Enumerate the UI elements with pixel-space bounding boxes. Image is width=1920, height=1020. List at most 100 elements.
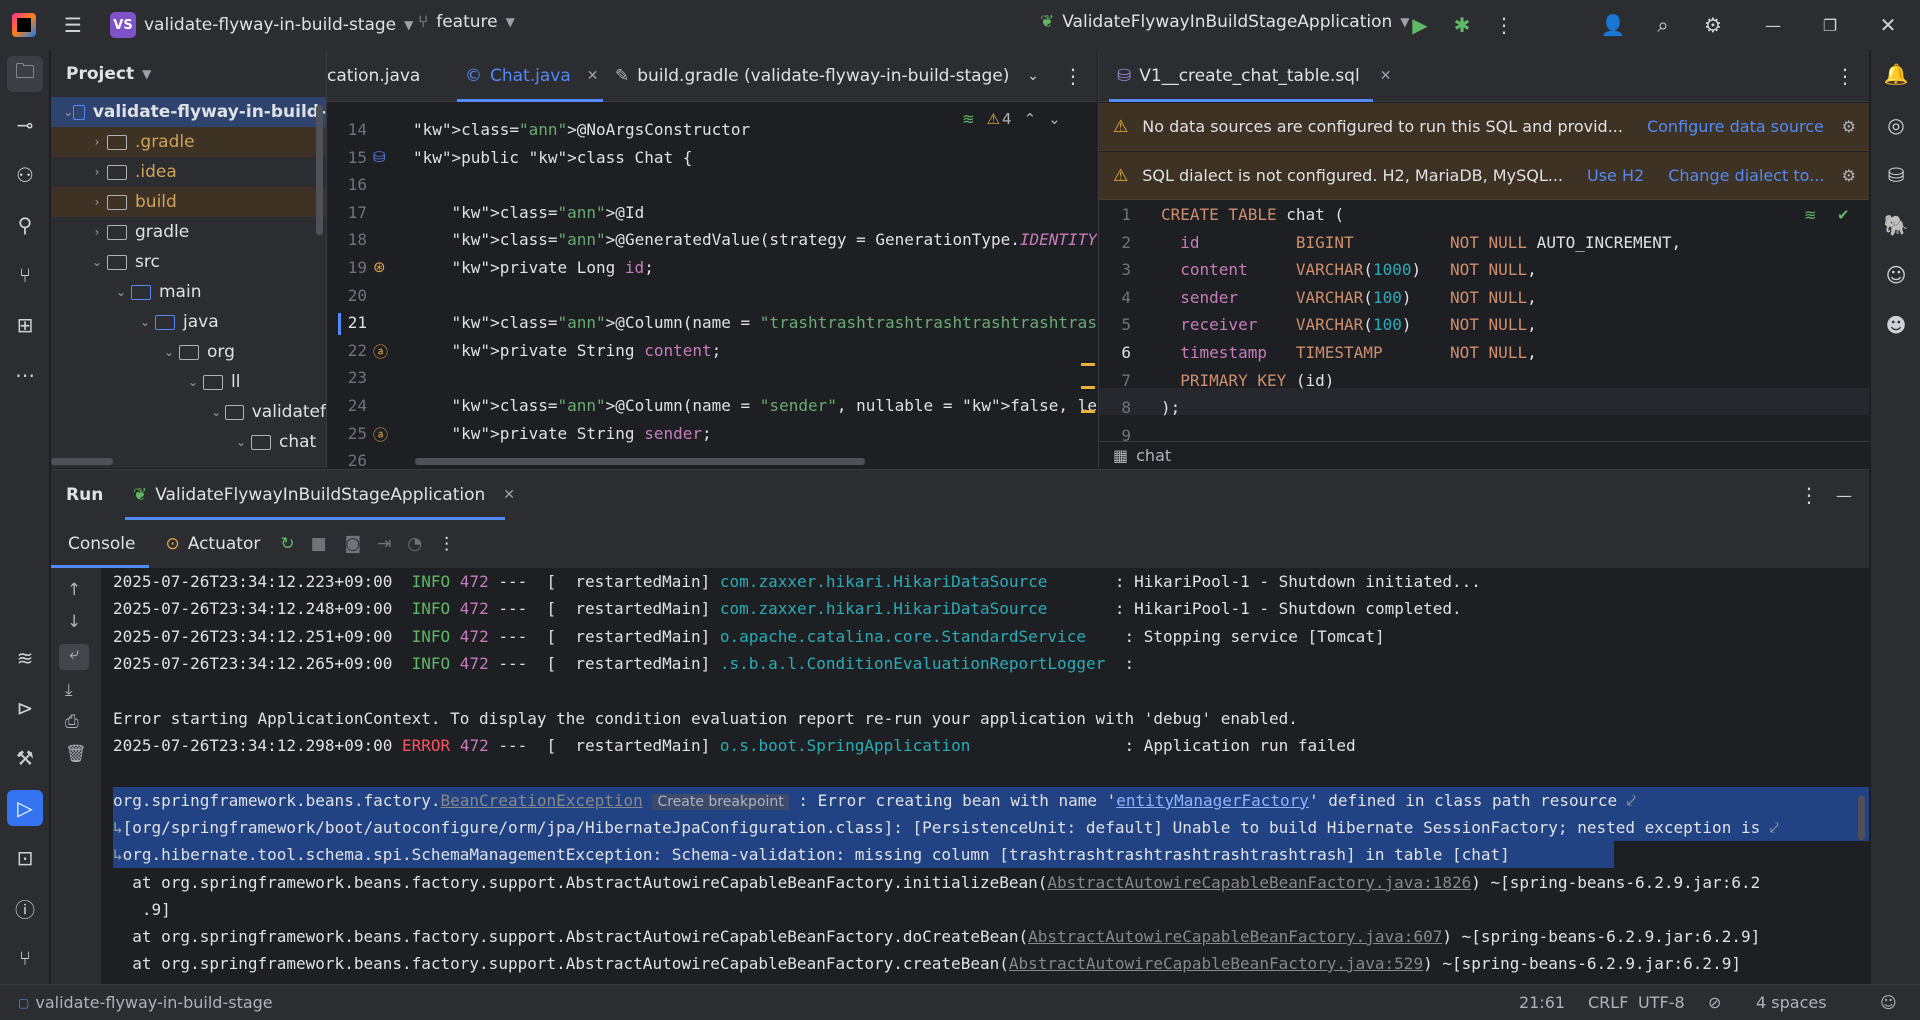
more-actions-icon[interactable]: ⋮ <box>1486 7 1522 43</box>
rerun-icon[interactable]: ↻ <box>280 534 294 554</box>
scroll-to-end-icon[interactable]: ⤓ <box>65 680 73 700</box>
minimize-icon[interactable]: — <box>1755 7 1791 43</box>
class-gutter-icon[interactable]: ⛁ <box>373 148 386 166</box>
bookmarks-icon[interactable]: ⊞ <box>7 307 43 343</box>
gradle-icon[interactable]: 🐘 <box>1878 207 1914 243</box>
print-icon[interactable]: ⎙ <box>65 712 79 732</box>
chevron-right-icon[interactable]: › <box>87 165 107 179</box>
settings-icon[interactable]: ⚙ <box>1695 7 1731 43</box>
tree-item[interactable]: ⌄ src <box>51 247 326 277</box>
tree-item[interactable]: ⌄ validate-flyway-in-build- <box>51 97 326 127</box>
terminal-icon[interactable]: ⊡ <box>7 840 43 876</box>
tab-application-java[interactable]: cation.java <box>327 50 420 102</box>
arrow-up-icon[interactable]: ↑ <box>67 580 81 600</box>
change-dialect-link[interactable]: Change dialect to... <box>1668 166 1824 185</box>
chevron-down-icon[interactable]: ⌄ <box>159 345 179 359</box>
file-encoding[interactable]: UTF-8 <box>1638 993 1685 1012</box>
cursor-position[interactable]: 21:61 <box>1519 993 1565 1012</box>
bean-link[interactable]: entityManagerFactory <box>1116 791 1309 810</box>
tree-item[interactable]: › build <box>51 187 326 217</box>
horizontal-scrollbar[interactable] <box>415 458 865 465</box>
database-icon[interactable]: ⛁ <box>1878 157 1914 193</box>
search-icon[interactable]: ⌕ <box>1645 7 1681 43</box>
console-more-icon[interactable]: ⋮ <box>438 534 455 554</box>
autowired-gutter-icon[interactable]: ⓐ <box>373 424 388 445</box>
configure-data-source-link[interactable]: Configure data source <box>1647 117 1824 136</box>
create-breakpoint-hint[interactable]: Create breakpoint <box>652 794 789 810</box>
trash-icon[interactable]: 🗑 <box>65 744 87 764</box>
tab-console[interactable]: Console <box>51 520 149 568</box>
chevron-down-icon[interactable]: ⌄ <box>207 405 225 419</box>
copilot-icon[interactable]: ☺ <box>1878 257 1914 293</box>
pull-requests-icon[interactable]: ⑂ <box>7 257 43 293</box>
source-link[interactable]: AbstractAutowireCapableBeanFactory.java:… <box>1009 954 1423 973</box>
branch-switcher[interactable]: ⑂ feature ▼ <box>418 12 515 32</box>
project-switcher[interactable]: VS validate-flyway-in-build-stage ▼ <box>110 12 413 38</box>
tree-item[interactable]: ⌄ chat <box>51 427 326 457</box>
run-icon[interactable]: ▶ <box>1402 7 1438 43</box>
bean-gutter-icon[interactable]: ⊛ <box>373 258 386 276</box>
chevron-down-icon[interactable]: ⌄ <box>231 435 251 449</box>
project-folder-icon[interactable]: 🗀 <box>7 56 43 92</box>
tree-item[interactable]: ⌄ org <box>51 337 326 367</box>
editor-more-icon[interactable]: ⋮ <box>1055 58 1091 94</box>
ai-assistant-icon[interactable]: ◎ <box>1878 107 1914 143</box>
close-icon[interactable]: ✕ <box>1870 7 1906 43</box>
project-panel-header[interactable]: Project ▼ <box>66 64 151 84</box>
screenshot-icon[interactable]: ◙ <box>345 534 362 554</box>
gear-icon[interactable]: ⚙ <box>1842 166 1856 185</box>
source-link[interactable]: AbstractAutowireCapableBeanFactory.java:… <box>1047 873 1471 892</box>
chevron-right-icon[interactable]: › <box>87 225 107 239</box>
tab-build-gradle[interactable]: ✎ build.gradle (validate-flyway-in-build… <box>615 50 1009 102</box>
sql-breadcrumb[interactable]: ▦ chat <box>1099 441 1869 468</box>
tree-item[interactable]: ⌄ ll <box>51 367 326 397</box>
chevron-right-icon[interactable]: › <box>87 135 107 149</box>
tabs-dropdown-icon[interactable]: ⌄ <box>1015 58 1051 94</box>
run-config-selector[interactable]: ❦ ValidateFlywayInBuildStageApplication … <box>1040 12 1410 32</box>
horizontal-scrollbar[interactable] <box>51 458 113 465</box>
editor-more-icon[interactable]: ⋮ <box>1827 58 1863 94</box>
tree-item[interactable]: ⌄ validatef <box>51 397 326 427</box>
chevron-down-icon[interactable]: ⌄ <box>183 375 203 389</box>
tab-actuator[interactable]: ⊙ Actuator <box>166 534 261 554</box>
chevron-down-icon[interactable]: ⌄ <box>135 315 155 329</box>
tree-item[interactable]: › .idea <box>51 157 326 187</box>
close-tab-icon[interactable]: ✕ <box>587 68 599 84</box>
gear-icon[interactable]: ⚙ <box>1842 117 1856 136</box>
chevron-down-icon[interactable]: ⌄ <box>111 285 131 299</box>
status-project[interactable]: validate-flyway-in-build-stage <box>35 993 272 1012</box>
ai-icon[interactable]: ≋ <box>1804 206 1817 224</box>
tab-chat-java[interactable]: © Chat.java ✕ <box>457 50 603 102</box>
structure-icon[interactable]: ⚇ <box>7 157 43 193</box>
close-tab-icon[interactable]: ✕ <box>503 487 515 503</box>
chevron-right-icon[interactable]: › <box>87 195 107 209</box>
source-link[interactable]: AbstractAutowireCapableBeanFactory.java:… <box>1028 927 1442 946</box>
run-config-tab[interactable]: ❦ ValidateFlywayInBuildStageApplication … <box>125 470 515 520</box>
main-menu-icon[interactable]: ☰ <box>55 7 91 43</box>
dashboard-icon[interactable]: ◔ <box>407 534 422 554</box>
arrow-down-icon[interactable]: ↓ <box>67 612 81 632</box>
services-icon[interactable]: ⚲ <box>7 207 43 243</box>
prev-highlight-icon[interactable]: ⌃ <box>1024 110 1037 128</box>
run-tool-icon[interactable]: ▷ <box>7 790 43 826</box>
add-user-icon[interactable]: 👤 <box>1595 7 1631 43</box>
services-run-icon[interactable]: ⊳ <box>7 690 43 726</box>
use-h2-link[interactable]: Use H2 <box>1587 166 1644 185</box>
tree-item[interactable]: › gradle <box>51 217 326 247</box>
line-separator[interactable]: CRLF <box>1588 993 1628 1012</box>
tab-sql-file[interactable]: ⛁ V1__create_chat_table.sql ✕ <box>1109 50 1392 102</box>
close-tab-icon[interactable]: ✕ <box>1380 68 1392 84</box>
exit-icon[interactable]: ⇥ <box>377 534 391 554</box>
panel-options-icon[interactable]: ⋮ <box>1791 477 1827 513</box>
tree-item[interactable]: ⌄ main <box>51 277 326 307</box>
vertical-scrollbar[interactable] <box>316 105 323 235</box>
endpoints-icon[interactable]: ≋ <box>7 640 43 676</box>
tree-item[interactable]: ⌄ java <box>51 307 326 337</box>
hide-panel-icon[interactable]: — <box>1826 477 1862 513</box>
console-output[interactable]: 2025-07-26T23:34:12.223+09:00 INFO 472 -… <box>101 568 1869 985</box>
build-hammer-icon[interactable]: ⚒ <box>7 740 43 776</box>
autowired-gutter-icon[interactable]: ⓐ <box>373 341 388 362</box>
app-logo-icon[interactable] <box>12 13 36 37</box>
git-icon[interactable]: ⑂ <box>7 940 43 976</box>
more-tools-icon[interactable]: ⋯ <box>7 357 43 393</box>
